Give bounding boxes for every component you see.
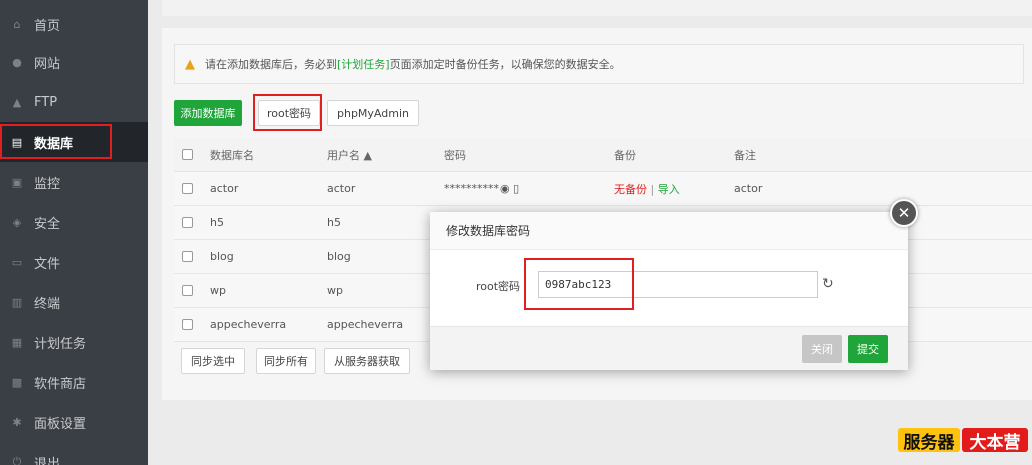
row-checkbox[interactable]	[182, 183, 193, 194]
row-username: h5	[327, 216, 341, 229]
row-password: **********	[444, 182, 499, 195]
shield-icon: ◈	[12, 215, 22, 229]
sidebar-item-label: 面板设置	[34, 416, 87, 432]
monitor-icon: ▣	[11, 175, 23, 189]
watermark-right: 大本营	[962, 428, 1028, 453]
row-checkbox[interactable]	[182, 217, 193, 228]
notice-cron-link[interactable]: [计划任务]	[337, 56, 390, 72]
sidebar-item-11[interactable]: ⏻ 退出	[0, 442, 148, 465]
root-password-highlight	[253, 94, 322, 131]
sidebar-item-label: 网站	[34, 56, 61, 72]
sidebar-item-label: 首页	[34, 18, 61, 34]
sync-all-button[interactable]: 同步所有	[256, 348, 316, 374]
row-username: wp	[327, 284, 343, 297]
sidebar-item-label: 计划任务	[34, 336, 87, 352]
phpmyadmin-button[interactable]: phpMyAdmin	[327, 100, 419, 126]
table-header: 数据库名 用户名 ▲ 密码 备份 备注	[174, 138, 1032, 172]
close-icon[interactable]: ✕	[890, 199, 918, 227]
backup-separator: |	[647, 182, 658, 196]
modal-close-button[interactable]: 关闭	[802, 335, 842, 363]
sidebar-item-2[interactable]: ▲ FTP	[0, 82, 148, 122]
gear-icon: ✱	[12, 415, 22, 429]
sidebar-item-4[interactable]: ▣ 监控	[0, 162, 148, 202]
folder-icon: ▭	[11, 255, 23, 269]
header-note: 备注	[734, 148, 756, 162]
watermark-left: 服务器	[898, 428, 960, 453]
password-input-highlight	[524, 258, 634, 310]
sidebar-item-1[interactable]: ● 网站	[0, 42, 148, 82]
eye-icon[interactable]: ◉ ▯	[500, 182, 519, 195]
refresh-icon[interactable]: ↻	[822, 276, 834, 292]
header-backup: 备份	[614, 148, 636, 162]
apps-icon: ▩	[11, 375, 23, 389]
notice-text-after: 页面添加定时备份任务，以确保您的数据安全。	[389, 58, 621, 71]
modal-footer: 关闭 提交	[430, 326, 908, 370]
row-checkbox[interactable]	[182, 319, 193, 330]
row-note: actor	[734, 182, 763, 195]
row-checkbox[interactable]	[182, 285, 193, 296]
no-backup-link[interactable]: 无备份	[614, 183, 647, 196]
sidebar-item-6[interactable]: ▭ 文件	[0, 242, 148, 282]
sidebar-item-10[interactable]: ✱ 面板设置	[0, 402, 148, 442]
sidebar-item-label: 文件	[34, 256, 61, 272]
row-db-name: actor	[210, 182, 239, 195]
sidebar-item-label: 退出	[34, 456, 61, 465]
calendar-icon: ▦	[11, 335, 23, 349]
header-db-name[interactable]: 数据库名	[210, 147, 254, 163]
select-all-checkbox[interactable]	[182, 149, 193, 160]
row-checkbox[interactable]	[182, 251, 193, 262]
notice-text-before: 请在添加数据库后，务必到	[205, 58, 337, 71]
sidebar-item-5[interactable]: ◈ 安全	[0, 202, 148, 242]
row-db-name: wp	[210, 284, 226, 297]
modal-submit-button[interactable]: 提交	[848, 335, 888, 363]
sidebar-item-0[interactable]: ⌂ 首页	[0, 4, 148, 44]
sidebar-item-label: 安全	[34, 216, 61, 232]
root-password-label: root密码	[476, 280, 521, 293]
row-username: actor	[327, 182, 356, 195]
sidebar-item-8[interactable]: ▦ 计划任务	[0, 322, 148, 362]
row-db-name: h5	[210, 216, 224, 229]
home-icon: ⌂	[13, 17, 21, 31]
sidebar: ⌂ 首页 ● 网站 ▲ FTP ▤ 数据库 ▣ 监控 ◈ 安全 ▭ 文件 ▥ 终端 ▦ 计划任务 ▩ 软件商店 ✱ 面板设…	[0, 0, 148, 465]
row-db-name: appecheverra	[210, 318, 287, 331]
get-from-server-button[interactable]: 从服务器获取	[324, 348, 410, 374]
backup-notice: ▲ 请在添加数据库后，务必到 [计划任务] 页面添加定时备份任务，以确保您的数据…	[174, 44, 1024, 84]
sidebar-item-label: 终端	[34, 296, 61, 312]
row-username: appecheverra	[327, 318, 404, 331]
header-password: 密码	[444, 148, 466, 162]
add-database-button[interactable]: 添加数据库	[174, 100, 242, 126]
sync-selected-button[interactable]: 同步选中	[181, 348, 245, 374]
database-nav-highlight	[0, 124, 112, 159]
row-backup: 无备份 | 导入	[614, 181, 680, 197]
ftp-icon: ▲	[12, 95, 22, 109]
top-panel	[162, 0, 1032, 16]
warning-icon: ▲	[185, 56, 195, 72]
row-username: blog	[327, 250, 351, 263]
modal-title: 修改数据库密码	[430, 212, 908, 250]
sidebar-item-9[interactable]: ▩ 软件商店	[0, 362, 148, 402]
logout-icon: ⏻	[12, 455, 22, 465]
globe-icon: ●	[12, 55, 22, 69]
row-db-name: blog	[210, 250, 234, 263]
change-password-modal: 修改数据库密码 root密码 ↻ 关闭 提交	[430, 212, 908, 370]
import-link[interactable]: 导入	[658, 183, 680, 196]
terminal-icon: ▥	[11, 295, 23, 309]
header-username[interactable]: 用户名 ▲	[327, 147, 372, 163]
sidebar-item-7[interactable]: ▥ 终端	[0, 282, 148, 322]
sidebar-item-label: FTP	[34, 94, 58, 110]
sidebar-item-label: 软件商店	[34, 376, 87, 392]
sidebar-item-label: 监控	[34, 176, 61, 192]
